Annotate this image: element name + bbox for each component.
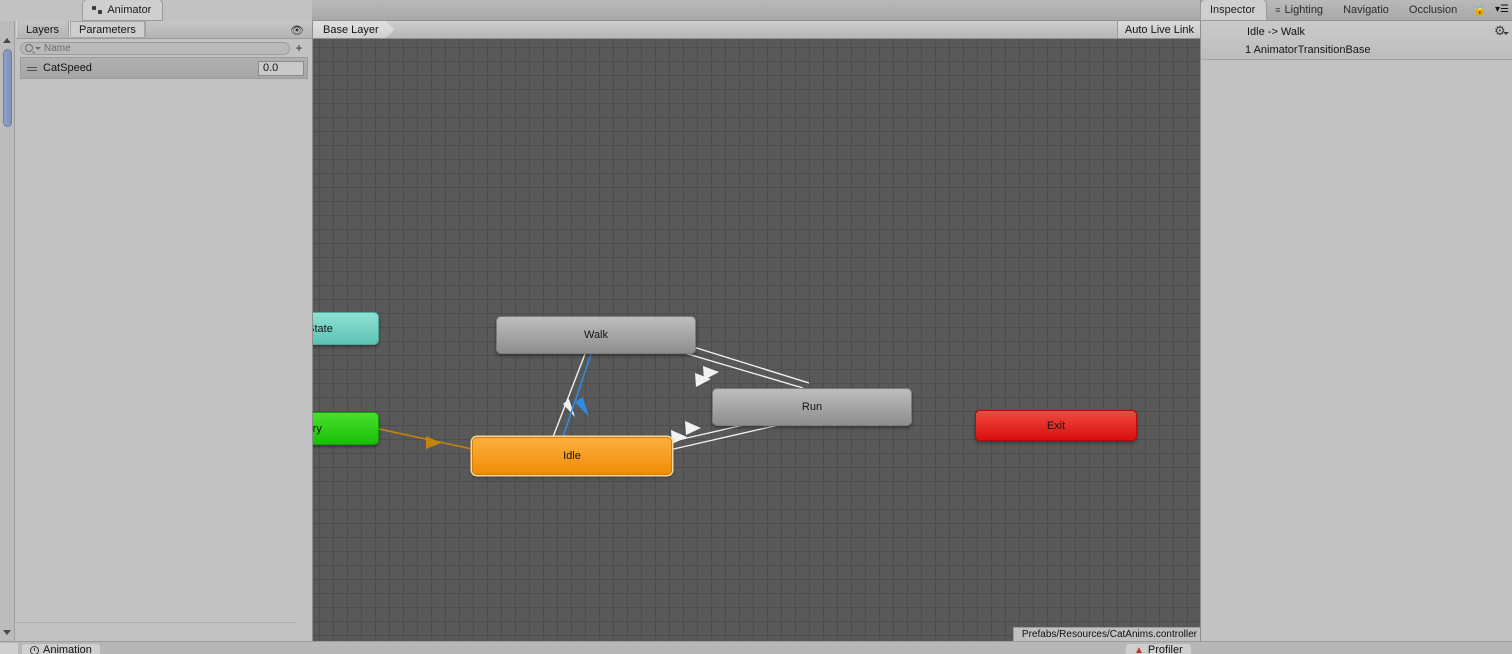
- animator-icon: [92, 5, 103, 15]
- tab-profiler[interactable]: ▲ Profiler: [1126, 644, 1191, 654]
- tab-occlusion-label: Occlusion: [1408, 4, 1458, 16]
- search-placeholder: Name: [44, 42, 71, 54]
- lighting-icon: ≡: [1275, 5, 1281, 15]
- inspector-subtitle: 1 AnimatorTransitionBase: [1245, 44, 1371, 56]
- node-exit[interactable]: Exit: [975, 410, 1137, 441]
- parameter-list: CatSpeed 0.0: [20, 57, 308, 79]
- scrollbar-thumb[interactable]: [3, 49, 12, 127]
- bottom-left-corner: [0, 643, 18, 654]
- node-walk-label: Walk: [583, 329, 609, 341]
- node-any-state[interactable]: Any State: [313, 312, 379, 345]
- inspector-tabstrip: Inspector ≡ Lighting Navigatio Occlusion…: [1201, 0, 1512, 21]
- tab-animator-label: Animator: [107, 4, 152, 16]
- tab-navigation[interactable]: Navigatio: [1334, 0, 1400, 20]
- search-icon: [25, 44, 33, 52]
- animator-left-panel: Layers Parameters 👁 Name + CatSpeed 0.0: [0, 0, 312, 641]
- drag-handle-icon[interactable]: [27, 65, 37, 72]
- layers-parameters-subtabs: Layers Parameters 👁: [16, 21, 312, 39]
- inspector-panel: Inspector ≡ Lighting Navigatio Occlusion…: [1200, 0, 1512, 654]
- eye-icon[interactable]: 👁: [290, 24, 304, 37]
- parameters-pane: Layers Parameters 👁 Name + CatSpeed 0.0: [16, 21, 312, 641]
- node-any-state-label: Any State: [313, 322, 333, 335]
- chevron-down-icon: [35, 46, 41, 50]
- auto-live-link-button[interactable]: Auto Live Link: [1116, 21, 1201, 38]
- graph-toolbar: Base Layer Auto Live Link: [313, 21, 1201, 39]
- parameter-value-field[interactable]: 0.0: [258, 60, 304, 76]
- subtab-parameters[interactable]: Parameters: [69, 21, 146, 38]
- unity-editor-window: ☰ # Scene Animator Layers Parameters: [0, 0, 1512, 654]
- plus-icon: +: [295, 41, 303, 55]
- node-entry-label: Entry: [313, 422, 322, 435]
- scroll-down-arrow-icon[interactable]: [3, 630, 11, 635]
- auto-live-link-label: Auto Live Link: [1124, 23, 1194, 36]
- controller-path-status: Prefabs/Resources/CatAnims.controller: [1012, 627, 1201, 641]
- breadcrumb-label: Base Layer: [323, 23, 379, 36]
- clock-icon: [30, 645, 39, 654]
- bottom-tab-strip: Animation ▲ Profiler: [0, 641, 1512, 654]
- add-parameter-button[interactable]: +: [290, 41, 308, 55]
- gear-icon[interactable]: [1494, 25, 1509, 38]
- tab-lighting-label: Lighting: [1284, 4, 1324, 16]
- left-vertical-scrollbar[interactable]: [0, 21, 15, 641]
- node-entry[interactable]: Entry: [313, 412, 379, 445]
- node-walk[interactable]: Walk: [496, 316, 696, 354]
- left-panel-footer: [16, 622, 297, 641]
- transition-edges: [378, 344, 810, 452]
- node-run-label: Run: [801, 401, 823, 413]
- tab-occlusion[interactable]: Occlusion: [1400, 0, 1468, 20]
- node-idle[interactable]: Idle: [472, 437, 672, 475]
- node-exit-label: Exit: [1046, 419, 1066, 432]
- menu-icon[interactable]: ▾☰: [1495, 4, 1509, 15]
- tab-profiler-label: Profiler: [1147, 644, 1183, 654]
- breadcrumb[interactable]: Base Layer: [313, 21, 395, 38]
- animator-graph-panel: Base Layer Auto Live Link tate ry Walk R…: [312, 21, 1201, 641]
- controller-path-label: Prefabs/Resources/CatAnims.controller: [1021, 629, 1197, 640]
- node-idle-label: Idle: [563, 450, 581, 462]
- parameter-row-catspeed[interactable]: CatSpeed 0.0: [21, 58, 307, 78]
- parameter-name: CatSpeed: [43, 62, 92, 74]
- subtab-layers[interactable]: Layers: [16, 21, 70, 38]
- inspector-title: Idle -> Walk: [1247, 26, 1305, 38]
- tab-navigation-label: Navigatio: [1343, 4, 1389, 16]
- profiler-icon: ▲: [1134, 644, 1144, 654]
- subtab-layers-label: Layers: [26, 23, 60, 36]
- tab-inspector[interactable]: Inspector: [1201, 0, 1267, 20]
- state-machine-canvas[interactable]: Any State Entry Walk Run Idle Exit Prefa…: [313, 39, 1201, 641]
- tab-animation-label: Animation: [43, 644, 92, 654]
- subtab-parameters-label: Parameters: [79, 23, 136, 36]
- search-input[interactable]: Name: [20, 41, 290, 55]
- tab-lighting[interactable]: ≡ Lighting: [1266, 0, 1334, 20]
- scroll-up-arrow-icon[interactable]: [3, 38, 11, 43]
- parameter-search-row: Name +: [16, 39, 312, 57]
- tab-animator[interactable]: Animator: [83, 0, 163, 20]
- tab-inspector-label: Inspector: [1210, 4, 1256, 16]
- node-run[interactable]: Run: [712, 388, 912, 426]
- tab-animation[interactable]: Animation: [22, 644, 100, 654]
- lock-icon[interactable]: 🔒: [1473, 3, 1487, 16]
